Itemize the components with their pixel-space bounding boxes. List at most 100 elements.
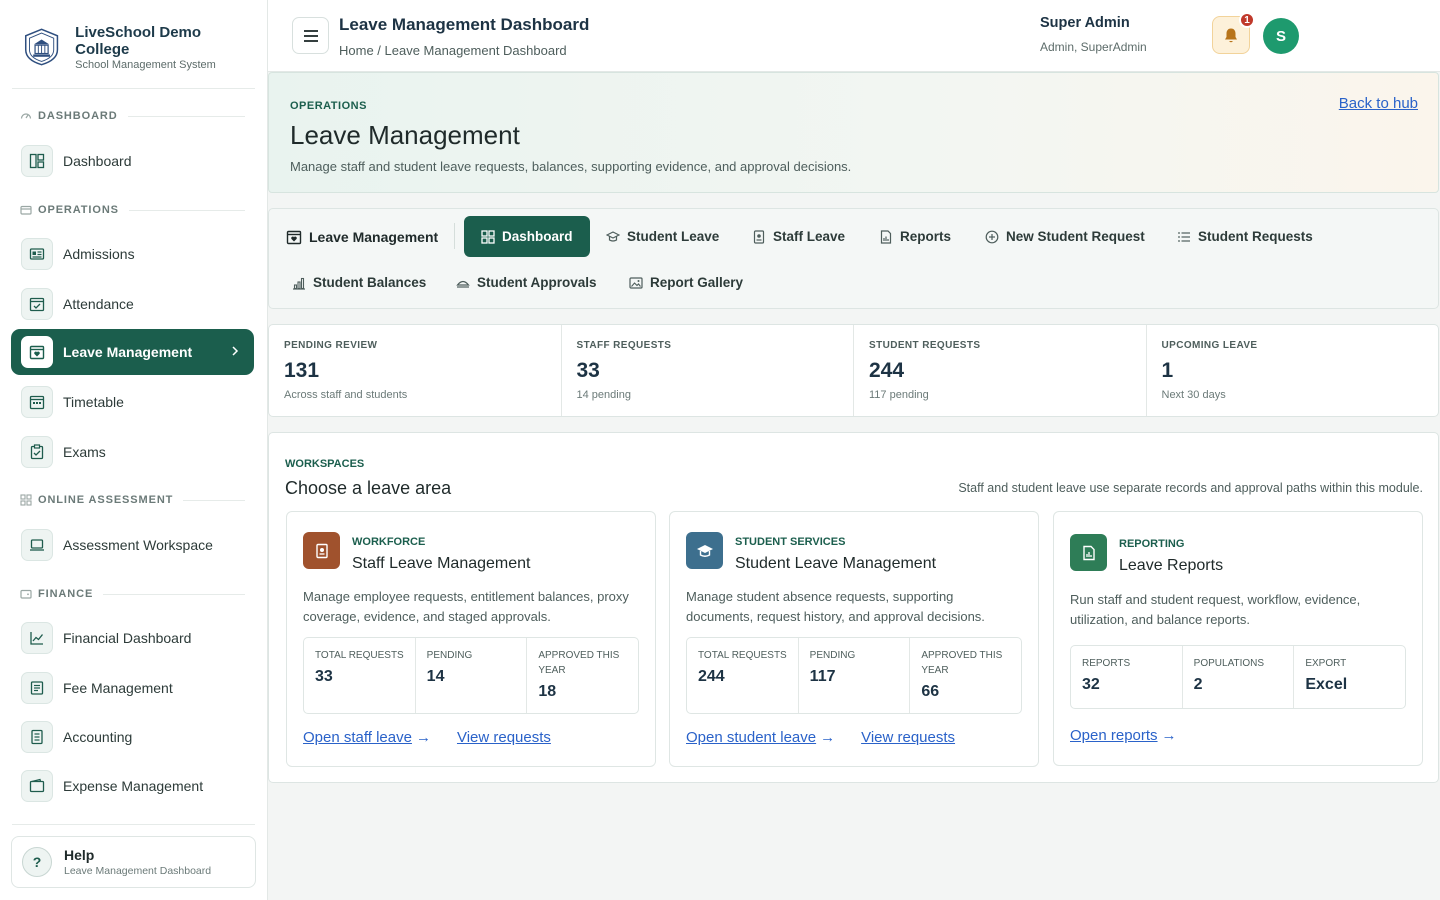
stat-label: STUDENT REQUESTS: [869, 340, 981, 351]
tab-label: Student Balances: [313, 275, 427, 290]
id-card-icon: [21, 238, 53, 270]
stat-value: 244: [869, 359, 905, 382]
help-button[interactable]: ? Help Leave Management Dashboard: [11, 836, 256, 888]
section-label: FINANCE: [38, 588, 94, 600]
sidebar-item-financial-dashboard[interactable]: Financial Dashboard: [11, 615, 254, 661]
user-name[interactable]: Super Admin: [1040, 15, 1130, 31]
stat-subtext: 14 pending: [576, 389, 631, 401]
brand-subtitle: School Management System: [75, 59, 216, 71]
hamburger-icon: [303, 29, 318, 42]
view-student-requests-link[interactable]: View requests: [861, 729, 955, 746]
tab-student-balances[interactable]: Student Balances: [292, 262, 426, 303]
sidebar-item-label: Timetable: [63, 394, 124, 410]
sidebar-item-leave-management[interactable]: Leave Management: [11, 329, 254, 375]
bar-chart-icon: [293, 277, 305, 290]
bell-icon: [1225, 28, 1237, 42]
open-staff-leave-link[interactable]: Open staff leave: [303, 729, 412, 746]
graduation-cap-icon: [686, 532, 723, 569]
metric-total-requests: TOTAL REQUESTS 244: [687, 638, 799, 713]
help-subtitle: Leave Management Dashboard: [64, 865, 212, 877]
tab-report-gallery[interactable]: Report Gallery: [629, 262, 743, 303]
tab-student-leave[interactable]: Student Leave: [606, 216, 719, 257]
open-reports-link[interactable]: Open reports: [1070, 727, 1158, 744]
arrow-right-icon: →: [820, 729, 836, 746]
metric-value: 18: [538, 683, 557, 700]
metric-label: PENDING: [426, 650, 473, 661]
metric-label: TOTAL REQUESTS: [698, 650, 787, 661]
notifications-button[interactable]: 1: [1212, 12, 1255, 54]
metric-value: 2: [1193, 676, 1203, 693]
tab-dashboard[interactable]: Dashboard: [464, 216, 590, 257]
workspaces-panel: WORKSPACES Choose a leave area Staff and…: [268, 432, 1439, 783]
trend-chart-icon: [21, 622, 53, 654]
metric-label: POPULATIONS: [1193, 658, 1265, 669]
sidebar-item-admissions[interactable]: Admissions: [11, 231, 254, 277]
metric-value: 32: [1082, 676, 1100, 693]
stat-value: 33: [576, 359, 600, 382]
card-kicker: WORKFORCE: [352, 536, 426, 548]
divider: [183, 499, 245, 501]
stat-student-requests: STUDENT REQUESTS 244 117 pending: [854, 325, 1147, 416]
sidebar-item-label: Assessment Workspace: [63, 537, 213, 553]
report-icon: [1070, 534, 1107, 571]
approval-cap-icon: [456, 280, 470, 288]
stat-value: 131: [284, 359, 320, 382]
menu-toggle-button[interactable]: [292, 17, 329, 54]
summary-stats: PENDING REVIEW 131 Across staff and stud…: [268, 324, 1439, 417]
sidebar-item-attendance[interactable]: Attendance: [11, 281, 254, 327]
list-icon: [1178, 231, 1190, 242]
sidebar-item-assessment-workspace[interactable]: Assessment Workspace: [11, 522, 254, 568]
metric-label: REPORTS: [1082, 658, 1131, 669]
badge-icon: [303, 532, 340, 569]
card-title: Student Leave Management: [735, 555, 937, 572]
breadcrumb[interactable]: Home / Leave Management Dashboard: [339, 43, 567, 58]
metric-value: 66: [921, 683, 940, 700]
tab-new-student-request[interactable]: New Student Request: [985, 216, 1145, 257]
card-description: Manage employee requests, entitlement ba…: [303, 589, 629, 624]
hero-description: Manage staff and student leave requests,…: [290, 159, 852, 174]
tab-label: Reports: [900, 229, 952, 244]
wallet-icon: [20, 589, 32, 599]
sidebar-item-timetable[interactable]: Timetable: [11, 379, 254, 425]
topbar: Leave Management Dashboard Home / Leave …: [268, 0, 1440, 72]
avatar[interactable]: S: [1263, 18, 1299, 54]
brand[interactable]: LiveSchool Demo College School Managemen…: [0, 0, 267, 88]
metric-approved-this-year: APPROVED THIS YEAR 66: [910, 638, 1021, 713]
tab-label: Student Requests: [1198, 229, 1313, 244]
stat-label: PENDING REVIEW: [284, 340, 378, 351]
badge-icon: [753, 229, 765, 244]
calendar-heart-icon: [21, 336, 53, 368]
tab-leave-management[interactable]: Leave Management: [286, 216, 438, 257]
tab-student-approvals[interactable]: Student Approvals: [456, 262, 597, 303]
metric-approved-this-year: APPROVED THIS YEAR 18: [527, 638, 638, 713]
sidebar-item-exams[interactable]: Exams: [11, 429, 254, 475]
metric-label: EXPORT: [1305, 658, 1347, 669]
sidebar-item-dashboard[interactable]: Dashboard: [11, 138, 254, 184]
brand-name: LiveSchool Demo College: [75, 24, 202, 58]
section-label: DASHBOARD: [38, 110, 118, 122]
hero-banner: OPERATIONS Leave Management Manage staff…: [268, 72, 1439, 193]
back-to-hub-link[interactable]: Back to hub: [1339, 95, 1418, 112]
tab-student-requests[interactable]: Student Requests: [1177, 216, 1313, 257]
brand-text: LiveSchool Demo College School Managemen…: [75, 24, 247, 71]
tab-label: New Student Request: [1006, 229, 1145, 244]
card-metrics: TOTAL REQUESTS 33 PENDING 14 APPROVED TH…: [303, 637, 639, 714]
ledger-icon: [21, 721, 53, 753]
view-staff-requests-link[interactable]: View requests: [457, 729, 551, 746]
plus-circle-icon: [985, 230, 999, 243]
sidebar-item-accounting[interactable]: Accounting: [11, 714, 254, 760]
open-student-leave-link[interactable]: Open student leave: [686, 729, 816, 746]
divider: [127, 115, 245, 117]
help-text: Help Leave Management Dashboard: [64, 847, 211, 877]
section-finance: FINANCE: [20, 588, 245, 600]
hero-title: Leave Management: [290, 120, 520, 150]
tab-reports[interactable]: Reports: [879, 216, 951, 257]
sidebar-item-expense-management[interactable]: Expense Management: [11, 763, 254, 809]
sidebar-item-label: Admissions: [63, 246, 135, 262]
tab-staff-leave[interactable]: Staff Leave: [752, 216, 845, 257]
sidebar-item-fee-management[interactable]: Fee Management: [11, 665, 254, 711]
metric-value: 14: [426, 668, 445, 685]
metric-value: 244: [698, 668, 725, 685]
stat-label: STAFF REQUESTS: [576, 340, 672, 351]
card-description: Manage student absence requests, support…: [686, 589, 985, 624]
